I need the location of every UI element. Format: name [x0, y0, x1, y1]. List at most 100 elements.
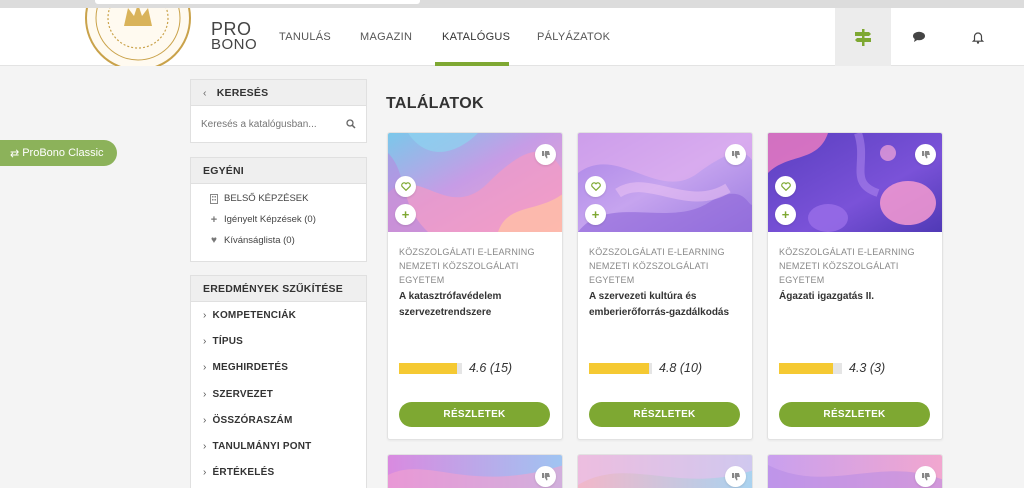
results-title: TALÁLATOK	[386, 95, 484, 112]
dislike-button[interactable]	[535, 466, 556, 487]
personal-panel-header: EGYÉNI	[191, 158, 366, 184]
course-card-partial	[767, 454, 943, 488]
facet-meghirdetes[interactable]: › MEGHIRDETÉS	[191, 355, 366, 381]
probono-classic-button[interactable]: ⇄ ProBono Classic	[0, 140, 117, 166]
thumbs-down-icon	[541, 472, 550, 480]
details-button[interactable]: RÉSZLETEK	[589, 402, 740, 427]
dislike-button[interactable]	[915, 144, 936, 165]
list-item-wishlist[interactable]: ♥ Kívánságlista (0)	[191, 230, 366, 251]
browser-bar	[0, 0, 1024, 8]
search-header-label: KERESÉS	[216, 86, 269, 99]
course-title[interactable]: A szervezeti kultúra és emberierőforrás-…	[589, 289, 745, 320]
chevron-right-icon: ›	[203, 362, 207, 374]
course-category: KÖZSZOLGÁLATI E-LEARNING	[589, 247, 725, 257]
add-button[interactable]: +	[395, 204, 416, 225]
list-item-label: Igényelt Képzések (0)	[224, 214, 316, 225]
add-button[interactable]: +	[585, 204, 606, 225]
bell-icon	[971, 32, 985, 44]
heart-outline-icon	[780, 182, 791, 191]
filter-toggle-button[interactable]	[835, 8, 891, 66]
course-title[interactable]: A katasztrófavédelem szervezetrendszere	[399, 289, 555, 320]
thumbs-down-icon	[731, 472, 740, 480]
dislike-button[interactable]	[725, 466, 746, 487]
refine-results-panel: EREDMÉNYEK SZŰKÍTÉSE › KOMPETENCIÁK › TÍPU…	[190, 275, 367, 488]
thumbs-down-icon	[731, 150, 740, 158]
rating-bar-fill	[589, 362, 650, 374]
wishlist-button[interactable]	[395, 176, 416, 197]
messages-button[interactable]	[899, 8, 939, 66]
classic-button-label: ProBono Classic	[22, 147, 104, 159]
collapse-chevron-icon: ‹	[203, 86, 207, 99]
details-button[interactable]: RÉSZLETEK	[399, 402, 550, 427]
facet-osszoraszam[interactable]: › ÖSSZÓRASZÁM	[191, 407, 366, 433]
course-rating: 4.6 (15)	[399, 361, 512, 375]
course-card: + KÖZSZOLGÁLATI E-LEARNING NEMZETI KÖZSZ…	[387, 132, 563, 440]
search-panel-header[interactable]: ‹ KERESÉS	[191, 80, 366, 106]
nav-palyazatok[interactable]: PÁLYÁZATOK	[537, 31, 610, 43]
list-item-requested-trainings[interactable]: + Igényelt Képzések (0)	[191, 209, 366, 230]
facet-label: MEGHIRDETÉS	[212, 362, 289, 374]
list-item-internal-trainings[interactable]: BELSŐ KÉPZÉSEK	[191, 188, 366, 209]
top-navigation: PRO BONO TANULÁS MAGAZIN KATALÓGUS PÁLYÁ…	[0, 8, 1024, 66]
dislike-button[interactable]	[535, 144, 556, 165]
wishlist-button[interactable]	[775, 176, 796, 197]
rating-bar	[779, 362, 842, 374]
facet-label: ÖSSZÓRASZÁM	[212, 414, 293, 426]
catalog-search-input[interactable]	[201, 118, 331, 130]
nav-katalogus[interactable]: KATALÓGUS	[442, 31, 510, 43]
rating-value: 4.6 (15)	[469, 361, 513, 375]
building-icon	[209, 193, 219, 204]
list-item-label: Kívánságlista (0)	[224, 235, 295, 246]
thumbs-down-icon	[921, 472, 930, 480]
course-title[interactable]: Ágazati igazgatás II.	[779, 289, 935, 305]
chevron-right-icon: ›	[203, 388, 207, 400]
course-institution: NEMZETI KÖZSZOLGÁLATI EGYETEM	[589, 261, 709, 285]
notifications-button[interactable]	[958, 8, 998, 66]
facet-szervezet[interactable]: › SZERVEZET	[191, 381, 366, 407]
facet-label: SZERVEZET	[212, 388, 274, 400]
probono-logo[interactable]: PRO BONO	[211, 19, 258, 53]
plus-icon: +	[401, 207, 410, 222]
rating-bar-fill	[399, 362, 457, 374]
add-button[interactable]: +	[775, 204, 796, 225]
search-icon[interactable]	[346, 119, 356, 129]
rating-bar	[589, 362, 652, 374]
facet-tipus[interactable]: › TÍPUS	[191, 328, 366, 354]
heart-outline-icon	[400, 182, 411, 191]
chevron-right-icon: ›	[203, 414, 207, 426]
nav-tanulas[interactable]: TANULÁS	[279, 31, 331, 43]
chevron-right-icon: ›	[203, 467, 207, 479]
facet-ertekeles[interactable]: › ÉRTÉKELÉS	[191, 460, 366, 486]
university-seal-logo	[84, 8, 192, 66]
chevron-right-icon: ›	[203, 309, 207, 321]
course-card: + KÖZSZOLGÁLATI E-LEARNING NEMZETI KÖZSZ…	[767, 132, 943, 440]
course-rating: 4.3 (3)	[779, 361, 885, 375]
facet-tanulmanyi-pont[interactable]: › TANULMÁNYI PONT	[191, 433, 366, 459]
dislike-button[interactable]	[725, 144, 746, 165]
course-meta: KÖZSZOLGÁLATI E-LEARNING NEMZETI KÖZSZOL…	[779, 245, 942, 287]
nav-magazin[interactable]: MAGAZIN	[360, 31, 412, 43]
rating-bar	[399, 362, 462, 374]
course-meta: KÖZSZOLGÁLATI E-LEARNING NEMZETI KÖZSZOL…	[589, 245, 752, 287]
refine-panel-header: EREDMÉNYEK SZŰKÍTÉSE	[191, 276, 366, 302]
active-nav-indicator	[435, 62, 509, 66]
facet-label: KOMPETENCIÁK	[212, 309, 297, 321]
thumbs-down-icon	[921, 150, 930, 158]
signpost-filter-icon	[855, 29, 871, 46]
course-meta: KÖZSZOLGÁLATI E-LEARNING NEMZETI KÖZSZOL…	[399, 245, 562, 287]
course-category: KÖZSZOLGÁLATI E-LEARNING	[399, 247, 535, 257]
search-panel: ‹ KERESÉS	[190, 79, 367, 143]
facet-kompetenciak[interactable]: › KOMPETENCIÁK	[191, 302, 366, 328]
swap-arrows-icon: ⇄	[10, 147, 20, 160]
dislike-button[interactable]	[915, 466, 936, 487]
wishlist-button[interactable]	[585, 176, 606, 197]
course-category: KÖZSZOLGÁLATI E-LEARNING	[779, 247, 915, 257]
logo-line1: PRO	[211, 19, 252, 39]
list-item-label: BELSŐ KÉPZÉSEK	[224, 193, 309, 204]
details-button[interactable]: RÉSZLETEK	[779, 402, 930, 427]
rating-value: 4.8 (10)	[659, 361, 703, 375]
course-rating: 4.8 (10)	[589, 361, 702, 375]
chevron-right-icon: ›	[203, 441, 207, 453]
logo-line2: BONO	[211, 36, 258, 53]
chevron-right-icon: ›	[203, 335, 207, 347]
